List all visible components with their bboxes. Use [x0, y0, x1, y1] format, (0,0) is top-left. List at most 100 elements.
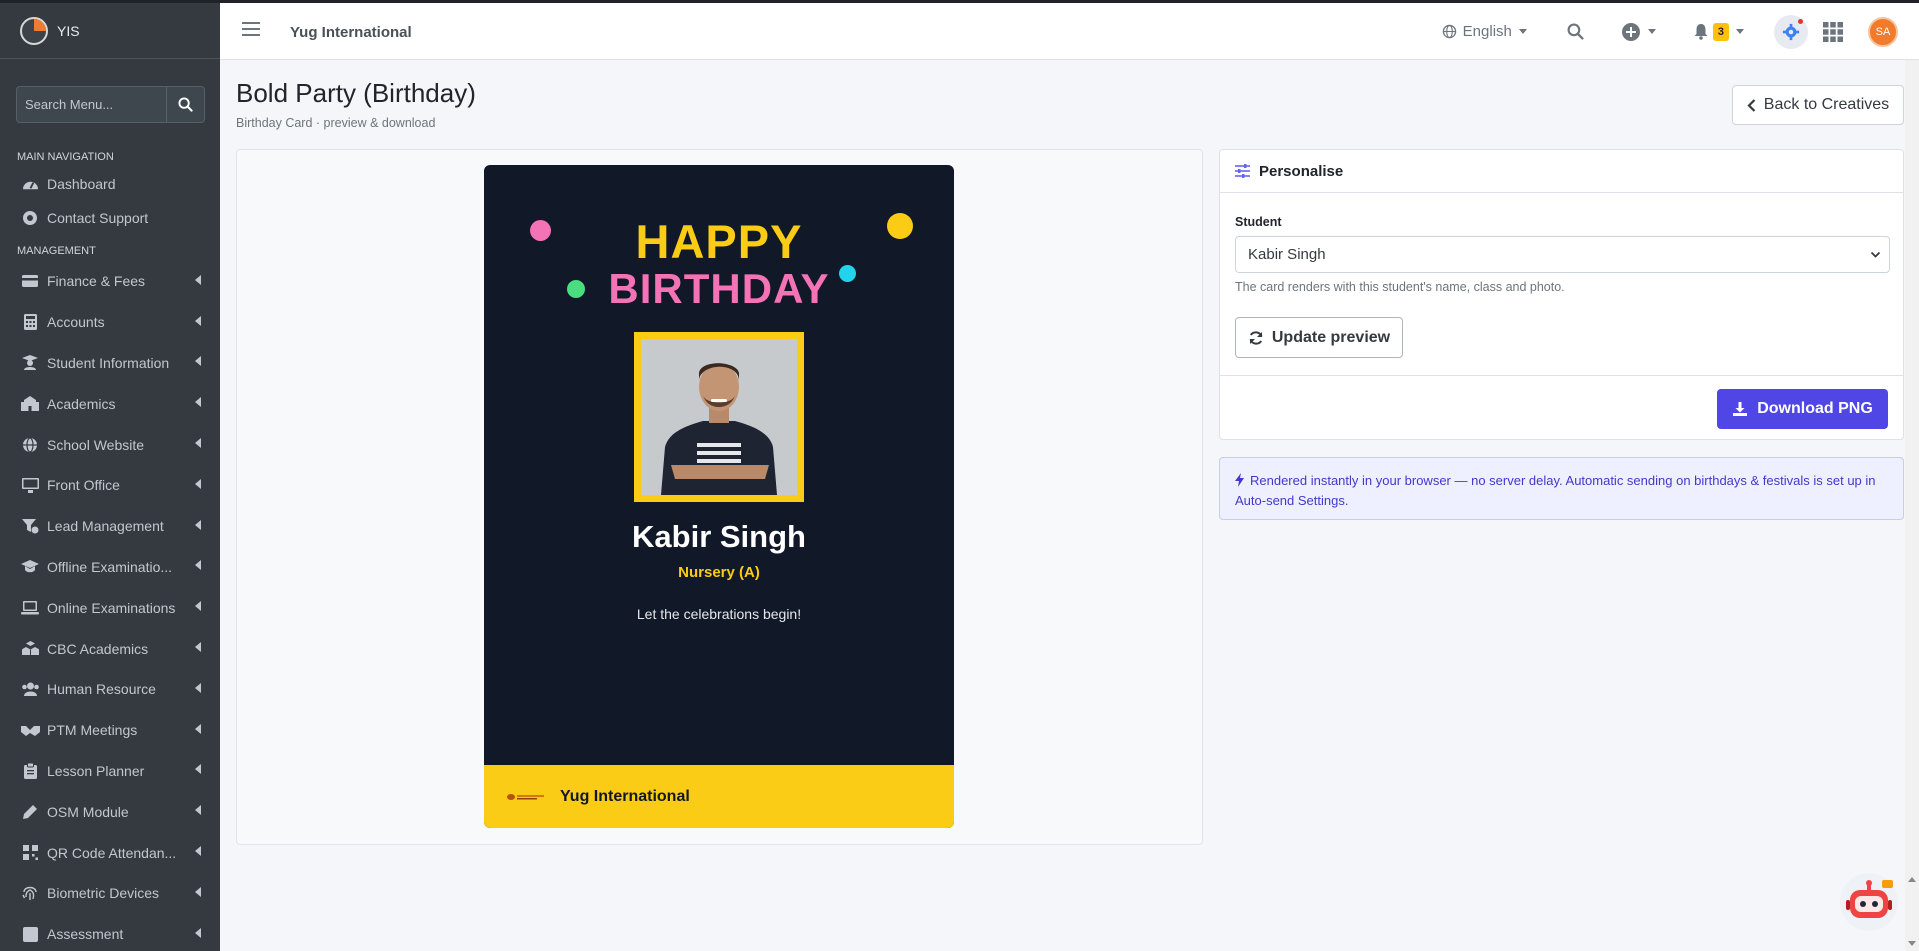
management-nav: Finance & Fees Accounts Student Informatio…: [0, 261, 220, 951]
org-title: Yug International: [290, 24, 412, 41]
page-title: Bold Party (Birthday): [236, 78, 476, 108]
calculator-icon: [20, 313, 40, 331]
sidebar-item-cbc-academics[interactable]: CBC Academics: [0, 628, 220, 669]
confetti-dot-cyan: [839, 265, 856, 282]
back-button-label: Back to Creatives: [1763, 96, 1890, 113]
sidebar-item-human-resource[interactable]: Human Resource: [0, 669, 220, 710]
desktop-icon: [20, 476, 40, 494]
apps-grid-button[interactable]: [1823, 21, 1843, 42]
sidebar-item-online-examinations[interactable]: Online Examinations: [0, 587, 220, 628]
sidebar-item-front-office[interactable]: Front Office: [0, 465, 220, 506]
search-icon: [1567, 23, 1584, 40]
notifications-dropdown[interactable]: 3: [1693, 22, 1744, 41]
sidebar-item-lead-management[interactable]: Lead Management: [0, 506, 220, 547]
sidebar-item-ptm-meetings[interactable]: PTM Meetings: [0, 710, 220, 751]
student-select[interactable]: Kabir Singh: [1235, 236, 1890, 273]
pen-icon: [20, 803, 40, 821]
sidebar-item-finance-fees[interactable]: Finance & Fees: [0, 261, 220, 302]
sidebar-item-label: Offline Examinatio...: [47, 558, 173, 575]
sidebar-item-school-website[interactable]: School Website: [0, 424, 220, 465]
sidebar-item-assessment[interactable]: Assessment: [0, 914, 220, 951]
download-icon: [1733, 402, 1748, 416]
info-text: Rendered instantly in your browser — no …: [1235, 473, 1876, 508]
assessment-icon: [20, 925, 40, 943]
laptop-icon: [20, 599, 40, 617]
sidebar-item-label: Dashboard: [47, 176, 116, 192]
fingerprint-icon: [20, 884, 40, 902]
sidebar-item-accounts[interactable]: Accounts: [0, 302, 220, 343]
settings-button[interactable]: [1774, 14, 1808, 49]
support-icon: [20, 209, 40, 227]
sidebar-item-contact-support[interactable]: Contact Support: [0, 201, 220, 235]
student-select-value: Kabir Singh: [1248, 246, 1326, 263]
funnel-icon: [20, 517, 40, 535]
chevron-left-icon: [192, 764, 202, 777]
search-button[interactable]: [1567, 23, 1584, 40]
sidebar-item-biometric-devices[interactable]: Biometric Devices: [0, 873, 220, 914]
sidebar-item-offline-examinatio[interactable]: Offline Examinatio...: [0, 547, 220, 588]
sidebar-item-dashboard[interactable]: Dashboard: [0, 167, 220, 201]
sidebar-search-button[interactable]: [166, 86, 205, 123]
sidebar-item-student-information[interactable]: Student Information: [0, 343, 220, 384]
chevron-left-icon: [192, 397, 202, 410]
student-photo-frame: [634, 332, 804, 502]
scroll-down-arrow[interactable]: [1908, 941, 1916, 946]
sidebar: YIS MAIN NAVIGATION Dashboard Contact Su…: [0, 0, 220, 951]
sidebar-item-osm-module[interactable]: OSM Module: [0, 791, 220, 832]
brand[interactable]: YIS: [0, 3, 220, 59]
chevron-left-icon: [192, 315, 202, 329]
quick-add-dropdown[interactable]: [1621, 22, 1656, 42]
finance-icon: [20, 272, 40, 290]
bell-icon: [1694, 24, 1708, 40]
language-dropdown[interactable]: English: [1442, 23, 1527, 40]
back-to-creatives-button[interactable]: Back to Creatives: [1732, 85, 1904, 125]
sidebar-item-label: Biometric Devices: [47, 885, 160, 902]
sidebar-item-lesson-planner[interactable]: Lesson Planner: [0, 751, 220, 792]
sidebar-search-input[interactable]: [16, 86, 166, 123]
avatar-initials: SA: [1875, 25, 1891, 38]
card-student-name: Kabir Singh: [632, 519, 806, 554]
sidebar-item-academics[interactable]: Academics: [0, 383, 220, 424]
download-png-button[interactable]: Download PNG: [1717, 389, 1888, 429]
globe-icon: [1442, 24, 1456, 39]
student-icon: [20, 354, 40, 372]
topbar: Yug International English 3 SA: [220, 0, 1919, 60]
student-field-label: Student: [1235, 215, 1282, 229]
handshake-icon: [20, 721, 40, 739]
chevron-left-icon: [192, 723, 202, 737]
chevron-left-icon: [192, 642, 202, 655]
card-student-class: Nursery (A): [678, 564, 760, 581]
scroll-up-arrow[interactable]: [1908, 877, 1916, 882]
chevron-left-icon: [192, 478, 202, 492]
chevron-down-icon: [1736, 29, 1744, 34]
plus-circle-icon: [1621, 22, 1640, 41]
chevron-left-icon: [192, 560, 202, 573]
download-png-label: Download PNG: [1757, 400, 1873, 417]
sidebar-item-label: Lead Management: [47, 518, 164, 535]
sidebar-item-label: PTM Meetings: [47, 722, 138, 739]
user-avatar[interactable]: SA: [1868, 16, 1898, 47]
sidebar-item-label: Assessment: [47, 926, 124, 943]
notification-badge: 3: [1712, 22, 1729, 41]
menu-toggle-icon[interactable]: [242, 22, 260, 38]
update-preview-button[interactable]: Update preview: [1235, 317, 1403, 358]
sidebar-item-qr-code-attendan[interactable]: QR Code Attendan...: [0, 832, 220, 873]
page-scrollbar[interactable]: [1905, 60, 1919, 951]
sliders-icon: [1235, 164, 1250, 178]
chevron-left-icon: [192, 805, 202, 818]
update-preview-label: Update preview: [1271, 328, 1391, 346]
sidebar-item-label: Human Resource: [47, 681, 156, 698]
sidebar-item-label: QR Code Attendan...: [47, 844, 177, 861]
student-photo: [641, 339, 797, 495]
personalise-panel: Personalise Student Kabir Singh The card…: [1219, 149, 1904, 440]
school-logo: [507, 793, 544, 800]
chevron-left-icon: [192, 886, 202, 900]
sidebar-item-label: Contact Support: [47, 210, 149, 226]
card-footer-school-name: Yug International: [560, 787, 690, 805]
card-footer: Yug International: [484, 765, 954, 828]
birthday-card-preview: HAPPY BIRTHDAY Kabir Singh Nursery (A) L…: [484, 165, 954, 828]
topbar-actions: English 3 SA: [1442, 3, 1919, 60]
chevron-down-icon: [1647, 29, 1656, 34]
sync-icon: [1249, 330, 1263, 345]
chatbot-launcher[interactable]: [1840, 873, 1898, 931]
